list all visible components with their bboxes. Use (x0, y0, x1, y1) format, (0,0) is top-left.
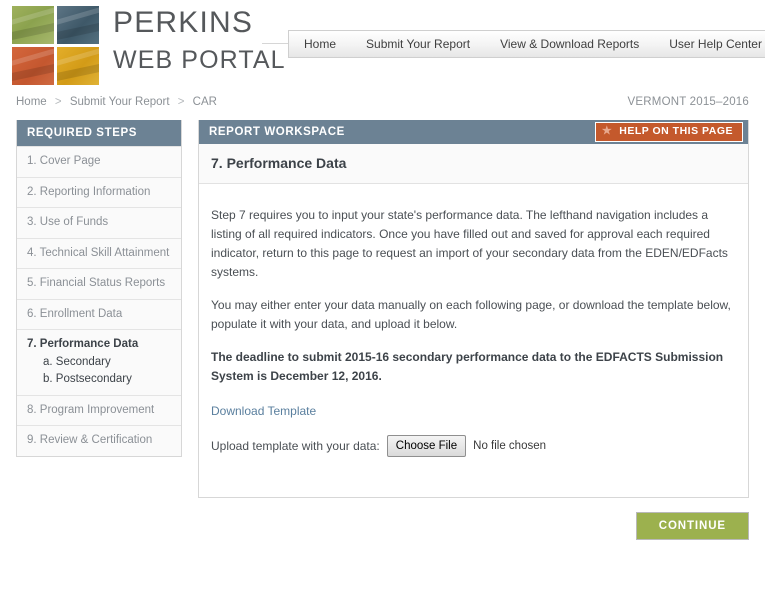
nav-connector-rule (262, 43, 288, 44)
help-button-label: HELP ON THIS PAGE (619, 124, 733, 137)
continue-button[interactable]: CONTINUE (635, 512, 749, 540)
state-year-label: VERMONT 2015–2016 (627, 96, 749, 108)
upload-label: Upload template with your data: (211, 438, 380, 453)
intro-paragraph-2: You may either enter your data manually … (211, 297, 731, 331)
breadcrumb-item-car[interactable]: CAR (193, 96, 217, 108)
logo-tile-chart (12, 47, 54, 85)
sidebar-item-cover-page[interactable]: 1. Cover Page (17, 146, 181, 177)
logo-tile-hands (57, 6, 99, 44)
primary-navigation: Home Submit Your Report View & Download … (288, 30, 765, 58)
logo-tile-students (12, 6, 54, 44)
sidebar-item-label: 9. Review & Certification (27, 434, 153, 447)
star-icon: ★ (601, 124, 613, 137)
page-layout: REQUIRED STEPS 1. Cover Page 2. Reportin… (16, 120, 749, 498)
sidebar-header: REQUIRED STEPS (17, 120, 181, 146)
breadcrumb-item-submit-your-report[interactable]: Submit Your Report (70, 96, 170, 108)
sidebar-item-reporting-information[interactable]: 2. Reporting Information (17, 176, 181, 208)
download-template-link[interactable]: Download Template (211, 404, 316, 418)
deadline-notice: The deadline to submit 2015-16 secondary… (211, 349, 724, 383)
breadcrumb-bar: Home > Submit Your Report > CAR VERMONT … (16, 90, 749, 114)
breadcrumb: Home > Submit Your Report > CAR (16, 96, 217, 108)
sidebar-item-label: 3. Use of Funds (27, 216, 109, 229)
workspace-header-bar: REPORT WORKSPACE ★ HELP ON THIS PAGE (199, 120, 748, 144)
brand-line-web-portal: WEB PORTAL (113, 46, 286, 74)
sidebar-item-enrollment-data[interactable]: 6. Enrollment Data (17, 298, 181, 330)
sidebar-item-label: 7. Performance Data (27, 338, 139, 351)
nav-view-download-reports[interactable]: View & Download Reports (485, 37, 654, 51)
logo-tile-machinery (57, 47, 99, 85)
sidebar-item-use-of-funds[interactable]: 3. Use of Funds (17, 207, 181, 238)
upload-template-row: Upload template with your data: Choose F… (211, 434, 736, 457)
sidebar-item-label: 8. Program Improvement (27, 403, 155, 416)
help-on-this-page-button[interactable]: ★ HELP ON THIS PAGE (594, 121, 743, 143)
sidebar-item-review-certification[interactable]: 9. Review & Certification (17, 425, 181, 456)
sidebar-item-financial-status-reports[interactable]: 5. Financial Status Reports (17, 268, 181, 299)
required-steps-sidebar: REQUIRED STEPS 1. Cover Page 2. Reportin… (16, 120, 182, 457)
logo-tile-grid (12, 6, 99, 85)
site-header: PERKINS WEB PORTAL Home Submit Your Repo… (0, 0, 765, 90)
nav-home[interactable]: Home (289, 37, 351, 51)
sidebar-subitem-secondary[interactable]: a. Secondary (27, 353, 171, 371)
brand-logo[interactable]: PERKINS WEB PORTAL (12, 6, 286, 85)
brand-line-perkins: PERKINS (113, 6, 254, 39)
intro-paragraph-1: Step 7 requires you to input your state'… (211, 208, 728, 279)
sidebar-item-label: 5. Financial Status Reports (27, 277, 166, 290)
sidebar-item-program-improvement[interactable]: 8. Program Improvement (17, 394, 181, 426)
sidebar-item-technical-skill-attainment[interactable]: 4. Technical Skill Attainment (17, 237, 181, 269)
nav-submit-your-report[interactable]: Submit Your Report (351, 37, 485, 51)
workspace-title: REPORT WORKSPACE (209, 126, 345, 138)
page-title-row: 7. Performance Data (199, 144, 748, 184)
footer-actions: CONTINUE (16, 512, 749, 540)
page-title: 7. Performance Data (211, 155, 347, 171)
brand-wordmark: PERKINS WEB PORTAL (113, 6, 286, 73)
breadcrumb-separator: > (177, 96, 185, 108)
choose-file-button[interactable]: Choose File (386, 434, 467, 457)
breadcrumb-item-home[interactable]: Home (16, 96, 47, 108)
sidebar-subitem-postsecondary[interactable]: b. Postsecondary (27, 370, 171, 388)
nav-user-help-center[interactable]: User Help Center (654, 37, 765, 51)
sidebar-item-label: 1. Cover Page (27, 155, 101, 167)
sidebar-item-performance-data[interactable]: 7. Performance Data a. Secondary b. Post… (17, 329, 181, 395)
report-workspace-panel: REPORT WORKSPACE ★ HELP ON THIS PAGE 7. … (198, 120, 749, 498)
sidebar-item-label: 4. Technical Skill Attainment (27, 246, 170, 259)
file-status-text: No file chosen (473, 439, 547, 452)
workspace-content: Step 7 requires you to input your state'… (199, 184, 748, 469)
sidebar-item-label: 6. Enrollment Data (27, 307, 123, 320)
sidebar-item-label: 2. Reporting Information (27, 185, 151, 198)
breadcrumb-separator: > (54, 96, 62, 108)
